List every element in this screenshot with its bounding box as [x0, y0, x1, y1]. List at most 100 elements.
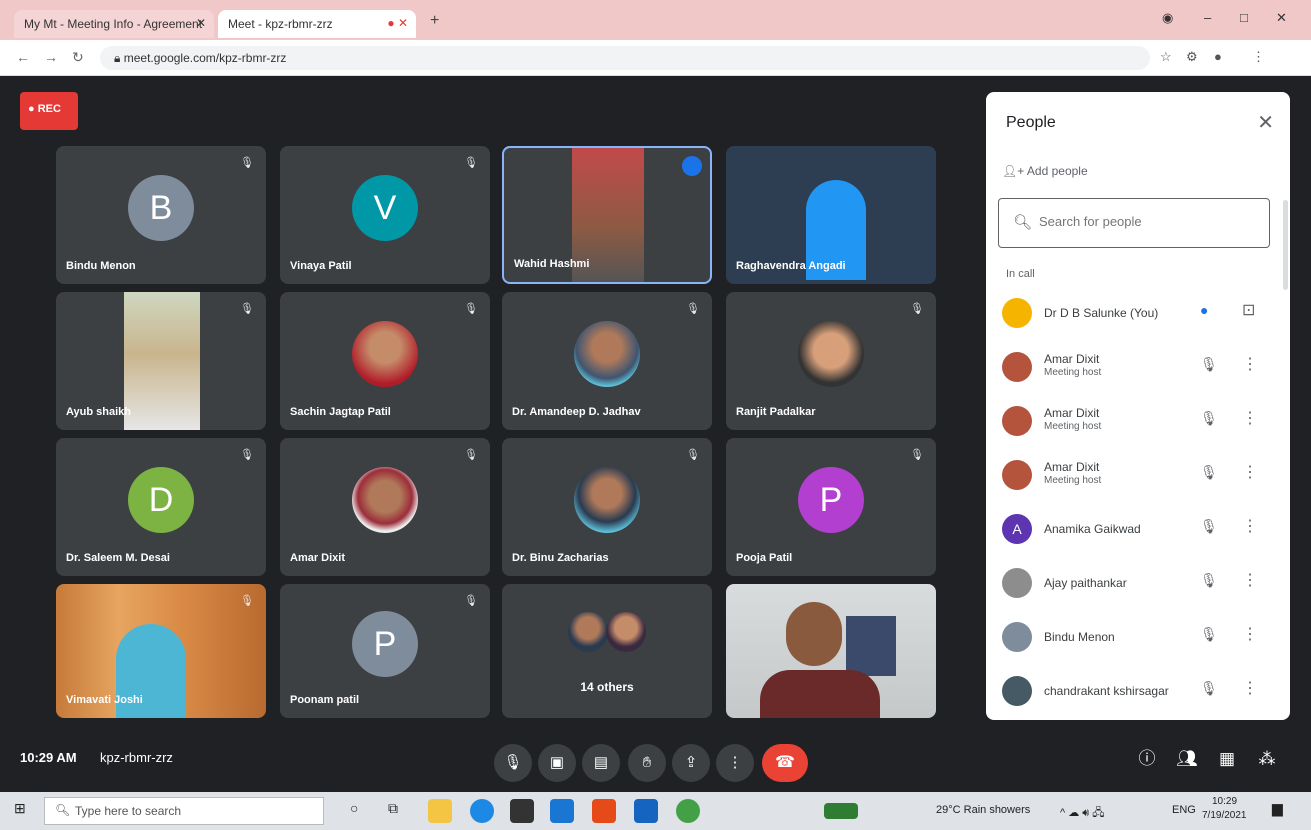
more-options-icon[interactable]: ⋮	[1242, 678, 1258, 698]
pin-icon[interactable]: ⊡	[1242, 300, 1255, 320]
office-icon[interactable]	[592, 799, 616, 823]
chat-button[interactable]: ▦	[1212, 744, 1242, 774]
cortana-icon[interactable]: ○	[350, 800, 358, 816]
profile-icon[interactable]: ◉	[1162, 10, 1173, 26]
close-window-icon[interactable]: ✕	[1276, 10, 1287, 26]
captions-button[interactable]: ▤	[582, 744, 620, 782]
participant-tile[interactable]: P 🎙︎ Poonam patil	[280, 584, 490, 718]
extension-icon[interactable]: ⚙	[1186, 49, 1198, 65]
participant-tile[interactable]: 🎙︎ Dr. Binu Zacharias	[502, 438, 712, 576]
mic-off-icon: 🎙︎	[686, 449, 700, 461]
more-icon: ⋮	[727, 754, 743, 771]
add-people-button[interactable]: 👤︎+ Add people	[1002, 164, 1088, 178]
chat-icon: ▦	[1218, 749, 1236, 768]
participant-tile[interactable]: 🎙︎ Ranjit Padalkar	[726, 292, 936, 430]
participant-tile[interactable]: 🎙︎ Vimavati Joshi	[56, 584, 266, 718]
weather-text[interactable]: 29°C Rain showers	[936, 804, 1030, 816]
camera-toggle-button[interactable]: ▣	[538, 744, 576, 782]
meeting-time: 10:29 AM	[20, 750, 77, 765]
meeting-details-button[interactable]: ⓘ	[1132, 744, 1162, 774]
windows-start-icon[interactable]: ⊞	[14, 800, 26, 817]
participant-tile[interactable]: 14 others	[502, 584, 712, 718]
search-field[interactable]: 🔍︎	[998, 198, 1270, 248]
more-options-icon[interactable]: ⋮	[1242, 570, 1258, 590]
reload-icon[interactable]: ↻	[72, 49, 84, 66]
raise-hand-button[interactable]: ✋︎	[628, 744, 666, 782]
forward-icon[interactable]: →	[44, 49, 58, 65]
taskbar-search-box[interactable]: 🔍︎ Type here to search	[44, 797, 324, 825]
people-button[interactable]: 👥︎	[1172, 744, 1202, 774]
more-options-icon[interactable]: ⋮	[1242, 624, 1258, 644]
hangup-icon: ☎︎	[775, 754, 795, 771]
new-tab-icon[interactable]: +	[430, 12, 439, 30]
participant-tile[interactable]: B 🎙︎ Bindu Menon	[56, 146, 266, 284]
participant-tile[interactable]: D 🎙︎ Dr. Saleem M. Desai	[56, 438, 266, 576]
participant-name: Vinaya Patil	[290, 260, 352, 272]
mic-toggle-button[interactable]: 🎙︎	[494, 744, 532, 782]
menu-icon[interactable]: ⋮	[1252, 49, 1265, 65]
people-panel: People ✕ 👤︎+ Add people 🔍︎ In call Dr D …	[986, 92, 1290, 720]
task-view-icon[interactable]: ⧉	[388, 800, 398, 817]
more-options-icon[interactable]: ⋮	[1242, 408, 1258, 428]
more-options-icon[interactable]: ⋮	[1242, 516, 1258, 536]
notification-icon[interactable]: ▆	[1272, 800, 1283, 817]
avatar	[574, 467, 640, 533]
taskbar-date: 7/19/2021	[1202, 810, 1247, 821]
back-icon[interactable]: ←	[16, 49, 30, 65]
people-list-item[interactable]: Dr D B Salunke (You) ● ⊡	[986, 290, 1290, 340]
tray-icons[interactable]: ^ ☁ 🔊︎ 🖧	[1060, 804, 1105, 823]
browser-tab-agreement[interactable]: My Mt - Meeting Info - Agreement ✕	[14, 10, 214, 38]
avatar[interactable]: ●	[1214, 49, 1222, 64]
person-name: Amar Dixit	[1044, 352, 1100, 366]
close-tab-icon[interactable]: ● ✕	[387, 16, 408, 30]
panel-scrollbar[interactable]	[1283, 200, 1288, 290]
minimize-icon[interactable]: –	[1204, 10, 1211, 25]
present-button[interactable]: ⇪	[672, 744, 710, 782]
person-name: Anamika Gaikwad	[1044, 522, 1141, 536]
self-view-tile[interactable]	[726, 584, 936, 718]
people-list-item[interactable]: Amar Dixit Meeting host 🎙︎ ⋮	[986, 452, 1290, 502]
word-icon[interactable]	[634, 799, 658, 823]
people-list-item[interactable]: Amar Dixit Meeting host 🎙︎ ⋮	[986, 398, 1290, 448]
participant-tile[interactable]: 🎙︎ Ayub shaikh	[56, 292, 266, 430]
activities-button[interactable]: ⁂	[1252, 744, 1282, 774]
close-tab-icon[interactable]: ✕	[196, 16, 206, 30]
store-icon[interactable]	[510, 799, 534, 823]
participant-tile[interactable]: Wahid Hashmi	[502, 146, 712, 284]
url-field[interactable]: 🔒︎ meet.google.com/kpz-rbmr-zrz	[100, 46, 1150, 70]
participant-name: Pooja Patil	[736, 552, 793, 564]
avatar: D	[128, 467, 194, 533]
file-explorer-icon[interactable]	[428, 799, 452, 823]
participant-tile[interactable]: Raghavendra Angadi	[726, 146, 936, 284]
people-list-item[interactable]: chandrakant kshirsagar 🎙︎ ⋮	[986, 668, 1290, 718]
avatar	[1002, 298, 1032, 328]
person-name: Amar Dixit	[1044, 460, 1100, 474]
chrome-icon[interactable]	[676, 799, 700, 823]
mail-icon[interactable]	[550, 799, 574, 823]
close-icon[interactable]: ✕	[1257, 110, 1274, 135]
people-list-item[interactable]: A Anamika Gaikwad 🎙︎ ⋮	[986, 506, 1290, 556]
participant-tile[interactable]: 🎙︎ Sachin Jagtap Patil	[280, 292, 490, 430]
browser-tab-meet[interactable]: Meet - kpz-rbmr-zrz ● ✕	[218, 10, 416, 38]
people-list-item[interactable]: Bindu Menon 🎙︎ ⋮	[986, 614, 1290, 664]
more-options-icon[interactable]: ⋮	[1242, 462, 1258, 482]
participant-tile[interactable]: V 🎙︎ Vinaya Patil	[280, 146, 490, 284]
person-name: Bindu Menon	[1044, 630, 1115, 644]
more-options-button[interactable]: ⋮	[716, 744, 754, 782]
people-list-item[interactable]: Ajay paithankar 🎙︎ ⋮	[986, 560, 1290, 610]
search-icon: 🔍︎	[55, 803, 71, 817]
star-icon[interactable]: ☆	[1160, 49, 1172, 65]
edge-icon[interactable]	[470, 799, 494, 823]
language-indicator[interactable]: ENG	[1172, 804, 1196, 816]
mic-off-icon: 🎙︎	[686, 303, 700, 315]
participant-tile[interactable]: 🎙︎ Dr. Amandeep D. Jadhav	[502, 292, 712, 430]
person-role: Meeting host	[1044, 421, 1102, 432]
leave-call-button[interactable]: ☎︎	[762, 744, 808, 782]
people-list-item[interactable]: Amar Dixit Meeting host 🎙︎ ⋮	[986, 344, 1290, 394]
maximize-icon[interactable]: □	[1240, 10, 1248, 25]
participant-tile[interactable]: P 🎙︎ Pooja Patil	[726, 438, 936, 576]
participant-tile[interactable]: 🎙︎ Amar Dixit	[280, 438, 490, 576]
more-options-icon[interactable]: ⋮	[1242, 354, 1258, 374]
participant-video	[786, 602, 842, 666]
search-input[interactable]	[1039, 214, 1259, 229]
